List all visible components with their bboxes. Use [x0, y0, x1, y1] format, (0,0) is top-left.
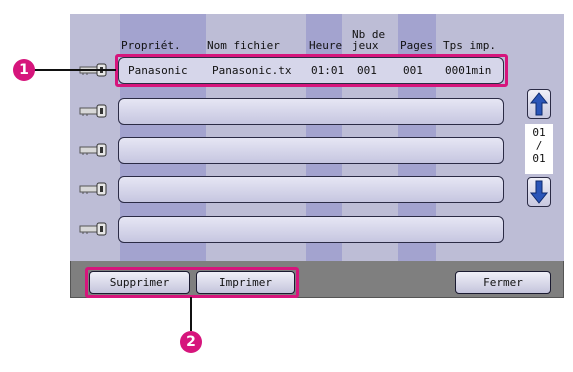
header-print-time: Tps imp. — [443, 39, 496, 52]
job-row-empty[interactable] — [118, 98, 504, 125]
job-row-empty[interactable] — [118, 137, 504, 164]
header-time: Heure — [309, 39, 343, 52]
buttons-highlight — [85, 267, 299, 298]
header-pages: Pages — [400, 39, 434, 52]
page-separator: / — [535, 139, 543, 152]
key-icon — [79, 104, 107, 118]
key-icon — [79, 143, 107, 157]
key-icon — [79, 182, 107, 196]
callout-2: 2 — [180, 331, 202, 353]
key-icon — [79, 222, 107, 236]
arrow-up-icon — [529, 92, 549, 116]
page-current: 01 — [532, 126, 546, 139]
callout-1: 1 — [13, 59, 35, 81]
scroll-down-button[interactable] — [527, 177, 551, 207]
header-owner: Propriét. — [121, 39, 181, 52]
job-row-empty[interactable] — [118, 216, 504, 243]
scroll-up-button[interactable] — [527, 89, 551, 119]
header-sets-line2: jeux — [352, 39, 379, 52]
page-total: 01 — [532, 152, 546, 165]
row-highlight — [115, 54, 508, 87]
header-filename: Nom fichier — [207, 39, 280, 52]
callout-leader-2 — [190, 297, 192, 331]
page-indicator: 01 / 01 — [525, 124, 553, 174]
job-row-empty[interactable] — [118, 176, 504, 203]
callout-leader-1 — [32, 69, 116, 71]
close-button[interactable]: Fermer — [455, 271, 551, 294]
arrow-down-icon — [529, 180, 549, 204]
